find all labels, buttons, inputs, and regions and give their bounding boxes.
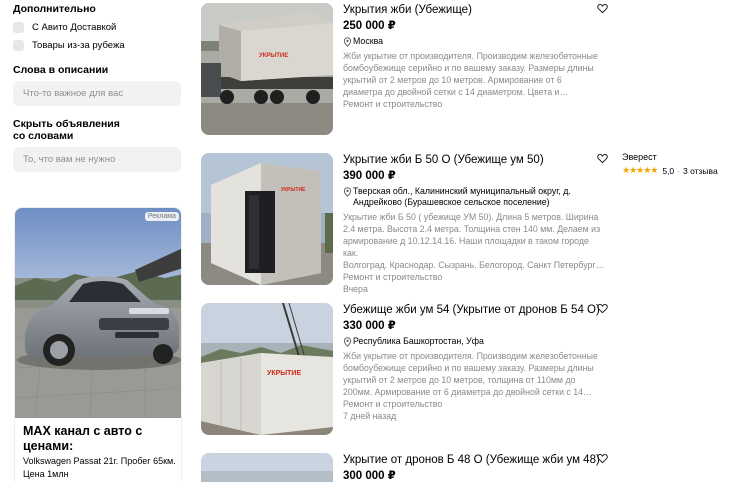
desc-line: Жби укрытие от производителя. Производим… [343,51,598,61]
listing-photo[interactable]: УКРЫТИЕ [201,153,333,285]
svg-text:УКРЫТИЕ: УКРЫТИЕ [281,187,306,193]
ad-title[interactable]: MAX канал с авто с ценами: [23,424,179,454]
location-line: Андрейково (Бурашевское сельское поселен… [353,197,550,207]
listing-info: Убежище жби ум 54 (Укрытие от дронов Б 5… [343,303,605,422]
listing-category: Ремонт и строительство [343,399,443,409]
hide-words-input[interactable] [13,147,181,172]
listing-card[interactable]: Укрытие от дронов Б 48 О (Убежище жби ум… [201,453,611,482]
shelter-blocks-photo: УКРЫТИЕ [201,303,333,435]
ad-car-image[interactable]: Реклама [15,208,181,418]
seller-name[interactable]: Эверест [622,152,740,163]
listing-card[interactable]: УКРЫТИЕ Убежище жби ум 54 (Укрытие от др… [201,303,611,435]
checkbox-foreign-goods[interactable]: Товары из-за рубежа [13,36,125,54]
listing-description: Жби укрытие от производителя. Производим… [343,350,605,398]
location-pin-icon [343,187,352,197]
listing-photo[interactable] [201,453,333,482]
rating-stars-icon: ★★★★★ [622,165,658,175]
desc-line: 2.4 метра. Высота 2.4 метра. Толщина сте… [343,224,601,234]
checkbox-avito-delivery[interactable]: С Авито Доставкой [13,18,116,36]
listing-date: Вчера [343,284,368,294]
listing-category: Ремонт и строительство [343,272,443,282]
listing-description: Укрытие жби Б 50 ( убежище УМ 50). Длина… [343,211,605,271]
location-pin-icon [343,37,352,47]
hide-words-title-line2: со словами [13,130,74,142]
listing-location: Тверская обл., Калининский муниципальный… [343,186,605,208]
listing-date: 7 дней назад [343,411,397,421]
listing-description: Жби укрытие от производителя. Производим… [343,50,605,98]
truck-with-concrete-photo: УКРЫТИЕ [201,3,333,135]
location-text: Москва [353,36,384,46]
desc-line: армирование д 10.12.14.16. Наши площадки… [343,236,589,258]
listing-title[interactable]: Укрытия жби (Убежище) [343,3,605,17]
seller-info[interactable]: Эверест ★★★★★ 5,0 · 3 отзыва [622,152,740,176]
location-line: Тверская обл., Калининский муниципальный… [353,186,571,196]
listing-price: 330 000 ₽ [343,320,396,332]
listing-category: Ремонт и строительство [343,99,443,109]
separator-dot: · [677,165,681,176]
desc-line: укрытий от 2 метров до 10 метров, толщин… [343,375,576,385]
ad-desc-line2: Цена 1млн [23,469,69,479]
listing-price: 390 000 ₽ [343,170,396,182]
listing-price: 300 000 ₽ [343,470,396,482]
listing-title[interactable]: Укрытие жби Б 50 О (Убежище ум 50) [343,153,605,167]
hide-words-title: Скрыть объявления со словами [13,118,120,142]
desc-line: укрытий от 2 метров до 10 метров. Армиро… [343,75,562,85]
ad-badge: Реклама [144,212,179,221]
ad-desc-line1: Volkswagen Passat 21г. Пробег 65км. [23,456,176,466]
listing-info: Укрытие от дронов Б 48 О (Убежище жби ум… [343,453,605,482]
listing-card[interactable]: УКРЫТИЕ Укрытие жби Б 50 О (Убежище ум 5… [201,153,611,294]
shelter-photo-partial [201,453,333,482]
listing-price: 250 000 ₽ [343,20,396,32]
listing-location: Республика Башкортостан, Уфа [343,336,605,347]
words-in-description-input[interactable] [13,81,181,106]
rating-value: 5,0 [662,165,675,176]
favorite-heart-icon[interactable] [597,3,608,14]
favorite-heart-icon[interactable] [597,303,608,314]
checkbox-box[interactable] [13,39,24,51]
checkbox-label: Товары из-за рубежа [32,39,125,51]
desc-line: диаметра до двойной сетки с 14 диаметром… [343,87,569,97]
words-in-description-title: Слова в описании [13,64,109,76]
svg-text:УКРЫТИЕ: УКРЫТИЕ [267,370,301,377]
listing-title[interactable]: Убежище жби ум 54 (Укрытие от дронов Б 5… [343,303,605,317]
listing-card[interactable]: УКРЫТИЕ Укрытия жби (Убежище) 250 000 ₽ … [201,3,611,135]
location-pin-icon [343,337,352,347]
listing-info: Укрытие жби Б 50 О (Убежище ум 50) 390 0… [343,153,605,295]
listing-info: Укрытия жби (Убежище) 250 000 ₽ Москва Ж… [343,3,605,110]
desc-line: 200мм. Армирование от 6 диаметра до двой… [343,387,592,397]
checkbox-label: С Авито Доставкой [32,21,117,33]
hide-words-title-line1: Скрыть объявления [13,118,120,130]
desc-line: бомбоубежище серийно и по вашему заказу.… [343,63,594,73]
additional-title: Дополнительно [13,3,96,15]
desc-line: Волгоград. Краснодар. Сызрань. Белогород… [343,260,605,270]
listing-photo[interactable]: УКРЫТИЕ [201,3,333,135]
checkbox-box[interactable] [13,21,24,33]
seller-rating: ★★★★★ 5,0 · 3 отзыва [622,165,740,176]
car-photo [15,208,181,418]
ad-description: Volkswagen Passat 21г. Пробег 65км. Цена… [23,455,181,481]
location-text: Республика Башкортостан, Уфа [353,336,484,346]
ad-card[interactable]: Реклама MAX канал с авто с ценами: Volks… [14,207,182,482]
reviews-count[interactable]: 3 отзыва [683,166,718,176]
concrete-shelter-photo: УКРЫТИЕ [201,153,333,285]
favorite-heart-icon[interactable] [597,153,608,164]
listing-location: Москва [343,36,605,47]
svg-text:УКРЫТИЕ: УКРЫТИЕ [259,53,288,59]
desc-line: бомбоубежище серийно и по вашему заказу.… [343,363,594,373]
location-text: Тверская обл., Калининский муниципальный… [353,186,571,208]
desc-line: Укрытие жби Б 50 ( убежище УМ 50). Длина… [343,212,599,222]
listing-photo[interactable]: УКРЫТИЕ [201,303,333,435]
listing-title[interactable]: Укрытие от дронов Б 48 О (Убежище жби ум… [343,453,605,467]
desc-line: Жби укрытие от производителя. Производим… [343,351,598,361]
favorite-heart-icon[interactable] [597,453,608,464]
